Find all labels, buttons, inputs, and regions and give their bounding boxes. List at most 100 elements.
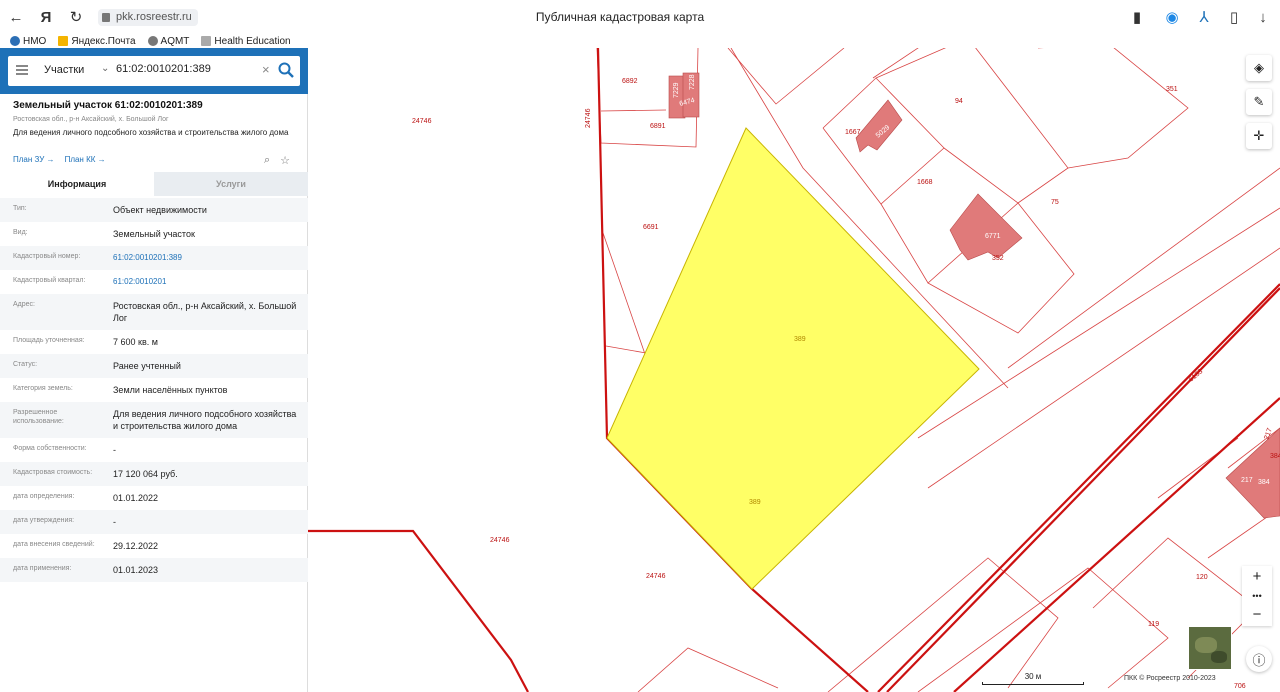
layers-icon[interactable]: ◈ (1246, 55, 1272, 81)
bookmark-health-education[interactable]: Health Education (201, 34, 291, 48)
attribute-key: Вид: (13, 229, 28, 236)
zoom-out-button[interactable]: − (1242, 604, 1272, 626)
cadastral-map[interactable]: 24746 24746 24746 24746 6892 6891 6691 3… (308, 48, 1280, 692)
map-label: 24746 (585, 108, 592, 128)
find-on-map-icon[interactable]: ⌕ (264, 154, 270, 167)
attribute-row: Категория земель: Земли населённых пункто… (0, 378, 308, 402)
map-label: 24746 (412, 118, 432, 125)
map-label: 24746 (490, 537, 510, 544)
map-label: 1667 (845, 129, 861, 136)
attribute-value: Ранее учтенный (113, 361, 181, 371)
star-icon[interactable]: ☆ (280, 154, 290, 167)
attribute-value: - (113, 445, 116, 455)
attribute-row: дата внесения сведений: 29.12.2022 (0, 534, 308, 558)
attribute-row: Адрес: Ростовская обл., р-н Аксайский, х.… (0, 294, 308, 330)
locate-icon[interactable]: ✛ (1246, 123, 1272, 149)
bookmark-favicon-icon (147, 36, 158, 46)
shazam-icon[interactable]: ◉ (1163, 8, 1181, 26)
map-label: 384 (1258, 479, 1270, 486)
map-label: 351 (1166, 86, 1178, 93)
info-panel: Участки ⌄ × ‹ Земельный участок 61:02:00… (0, 48, 319, 692)
attribute-value[interactable]: 61:02:0010201 (100, 276, 300, 288)
attribute-key: Статус: (13, 361, 38, 368)
attribute-key: Кадастровый квартал: (13, 277, 86, 284)
attribute-row: Разрешенное использование: Для ведения ли… (0, 402, 308, 438)
selected-parcel[interactable] (606, 127, 980, 590)
map-label: 120 (1196, 574, 1208, 581)
satellite-thumbnail[interactable] (1188, 626, 1232, 670)
attribute-table: Тип: Объект недвижимости Вид: Земельный уча… (0, 198, 308, 582)
clear-icon[interactable]: × (262, 62, 270, 77)
attribute-value: - (113, 517, 116, 527)
attribute-key: дата внесения сведений: (13, 541, 95, 548)
info-tabs: Информация Услуги (0, 172, 308, 196)
attribute-key: Кадастровая стоимость: (13, 469, 93, 476)
attribute-value[interactable]: 61:02:0010201:389 (100, 252, 300, 264)
bookmark-yandex-mail[interactable]: Яндекс.Почта (58, 34, 136, 48)
bookmarks-bar: НМО Яндекс.Почта AQMT Health Education (0, 34, 1280, 48)
map-canvas[interactable]: 24746 24746 24746 24746 6892 6891 6691 3… (308, 48, 1280, 692)
search-box: Участки ⌄ × (8, 56, 300, 86)
attribute-row: дата определения: 01.01.2022 (0, 486, 308, 510)
mail-icon (58, 36, 69, 46)
map-label: 94 (955, 98, 963, 105)
scale-bar: 30 м (982, 672, 1084, 685)
attribute-value: Ростовская обл., р-н Аксайский, х. Больш… (113, 301, 297, 323)
menu-icon[interactable] (16, 65, 28, 75)
attribute-key: Категория земель: (13, 385, 73, 392)
attribute-value: 7 600 кв. м (113, 337, 158, 347)
map-label: 6892 (622, 78, 638, 85)
attribute-row: Кадастровый квартал: 61:02:0010201 (0, 270, 308, 294)
attribute-row: Кадастровая стоимость: 17 120 064 руб. (0, 462, 308, 486)
tab-info[interactable]: Информация (0, 172, 154, 196)
attribute-value: 29.12.2022 (113, 541, 159, 551)
map-label: 7228 (689, 74, 696, 90)
tab-services[interactable]: Услуги (154, 172, 308, 196)
bookmark-favicon-icon (201, 36, 212, 46)
attribute-key: Разрешенное использование: (13, 409, 64, 425)
search-type-select[interactable]: Участки (44, 64, 84, 76)
plan-zu-link[interactable]: План ЗУ → (13, 155, 55, 164)
more-icon[interactable]: ••• (1242, 588, 1272, 604)
map-label: 384 (1270, 453, 1280, 460)
object-actions: ⌕ ☆ (264, 154, 290, 167)
map-label: 1668 (917, 179, 933, 186)
plan-kk-link[interactable]: План КК → (65, 155, 106, 164)
attribute-value: 17 120 064 руб. (113, 469, 178, 479)
attribute-value: Земли населённых пунктов (113, 385, 228, 395)
search-input[interactable] (116, 63, 256, 75)
attribute-key: Площадь уточненная: (13, 337, 85, 344)
object-address: Ростовская обл., р-н Аксайский, х. Больш… (13, 116, 169, 123)
zoom-in-button[interactable]: + (1242, 566, 1272, 588)
map-label: 7229 (673, 82, 680, 98)
download-icon[interactable]: ↓ (1254, 8, 1272, 26)
bookmark-icon[interactable]: ▮ (1128, 8, 1146, 26)
attribute-value: Для ведения личного подсобного хозяйства… (113, 409, 297, 431)
search-icon[interactable] (277, 61, 295, 79)
map-label: 6691 (643, 224, 659, 231)
bookmark-favicon-icon (10, 36, 20, 46)
search-bar: Участки ⌄ × ‹ (0, 48, 319, 94)
attribute-key: дата утверждения: (13, 517, 75, 524)
browser-toolbar: ← Я ↻ pkk.rosreestr.ru Публичная кадастр… (0, 0, 1280, 34)
bookmark-nmo[interactable]: НМО (10, 34, 46, 48)
ruler-icon[interactable]: ✎ (1246, 89, 1272, 115)
attribute-row: Тип: Объект недвижимости (0, 198, 308, 222)
attribute-key: дата применения: (13, 565, 72, 572)
attribute-key: Адрес: (13, 301, 35, 308)
map-label: 217 (1241, 477, 1253, 484)
page-title: Публичная кадастровая карта (535, 10, 705, 24)
map-label: 352 (992, 255, 1004, 262)
compass-icon[interactable]: ⓘ (1246, 646, 1272, 672)
object-purpose: Для ведения личного подсобного хозяйства… (13, 128, 289, 137)
zoom-controls: + ••• − (1242, 566, 1272, 626)
map-label: 75 (1051, 199, 1059, 206)
extension-icon[interactable]: ⅄ (1195, 8, 1213, 26)
attribute-key: дата определения: (13, 493, 75, 500)
chevron-down-icon[interactable]: ⌄ (101, 63, 109, 74)
bookmark-aqmt[interactable]: AQMT (147, 34, 189, 48)
attribute-row: дата утверждения: - (0, 510, 308, 534)
attribute-value: 01.01.2023 (113, 565, 159, 575)
reader-icon[interactable]: ▯ (1225, 8, 1243, 26)
attribute-row: дата применения: 01.01.2023 (0, 558, 308, 582)
